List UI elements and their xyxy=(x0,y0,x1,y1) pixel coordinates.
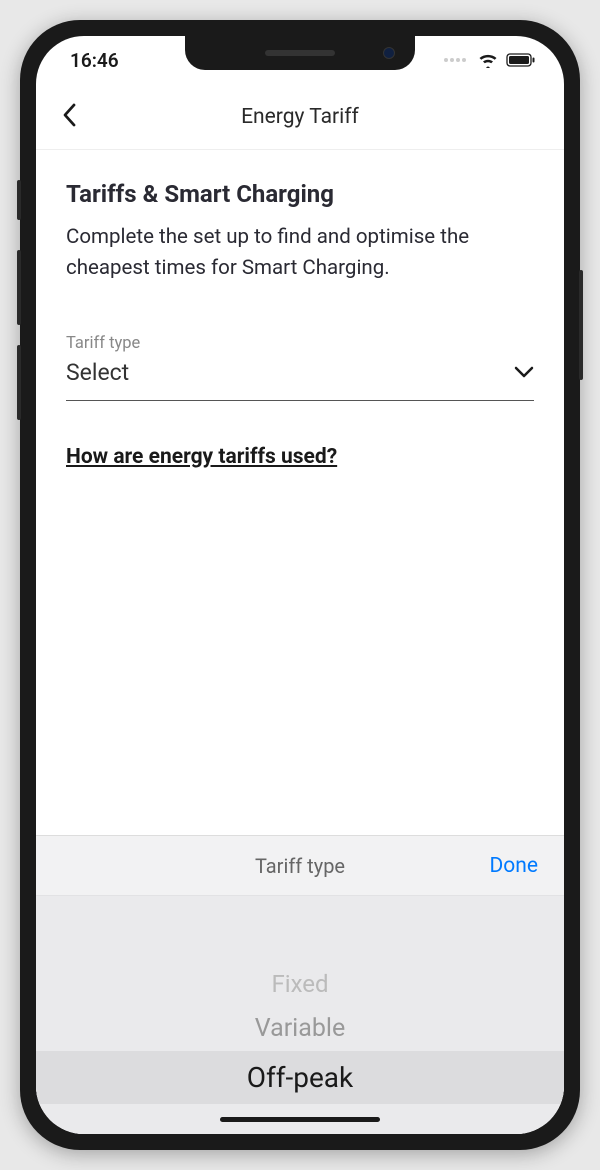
home-indicator[interactable] xyxy=(220,1117,380,1122)
chevron-down-icon xyxy=(514,366,534,378)
picker-container: Tariff type Done Fixed Variable Off-peak xyxy=(36,835,564,1134)
picker-title: Tariff type xyxy=(255,854,345,878)
field-value: Select xyxy=(66,359,129,386)
status-time: 16:46 xyxy=(70,49,119,72)
picker-option[interactable]: Variable xyxy=(36,1006,564,1051)
battery-icon xyxy=(506,53,536,67)
signal-dots xyxy=(444,58,466,62)
side-button xyxy=(579,270,583,380)
content-area: Tariffs & Smart Charging Complete the se… xyxy=(36,150,564,835)
notch xyxy=(185,36,415,70)
speaker xyxy=(265,50,335,56)
picker-option[interactable]: Fixed xyxy=(36,962,564,1006)
help-link[interactable]: How are energy tariffs used? xyxy=(66,445,534,469)
side-button xyxy=(17,345,21,420)
section-title: Tariffs & Smart Charging xyxy=(66,180,534,208)
back-button[interactable] xyxy=(62,103,76,131)
nav-header: Energy Tariff xyxy=(36,84,564,150)
status-right xyxy=(444,53,536,68)
screen: 16:46 Energy Tari xyxy=(36,36,564,1134)
tariff-type-select[interactable]: Select xyxy=(66,359,534,401)
tariff-type-field: Tariff type Select xyxy=(66,334,534,401)
section-description: Complete the set up to find and optimise… xyxy=(66,222,534,284)
picker-option-selected[interactable]: Off-peak xyxy=(36,1051,564,1104)
wifi-icon xyxy=(478,53,498,68)
camera xyxy=(383,47,395,59)
chevron-left-icon xyxy=(62,103,76,127)
home-indicator-area xyxy=(36,1104,564,1134)
done-button[interactable]: Done xyxy=(490,854,539,878)
picker-wheel[interactable]: Fixed Variable Off-peak xyxy=(36,896,564,1104)
field-label: Tariff type xyxy=(66,334,534,353)
phone-frame: 16:46 Energy Tari xyxy=(20,20,580,1150)
page-title: Energy Tariff xyxy=(241,105,359,129)
side-button xyxy=(17,180,21,220)
picker-header: Tariff type Done xyxy=(36,836,564,896)
side-button xyxy=(17,250,21,325)
